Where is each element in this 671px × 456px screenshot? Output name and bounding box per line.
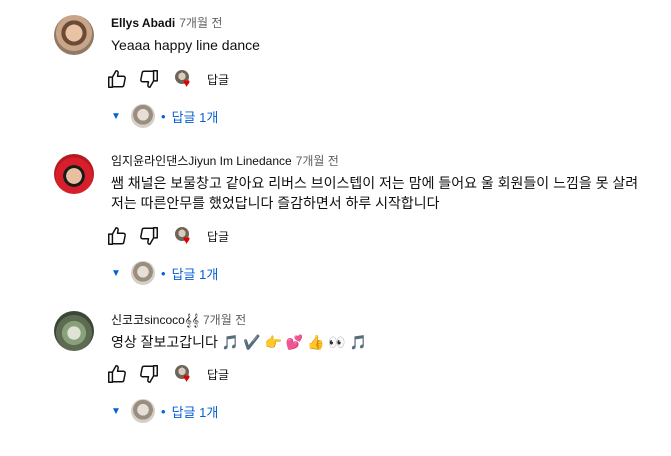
like-button[interactable]: [105, 224, 129, 248]
creator-heart-icon: ♥: [183, 76, 191, 90]
replies-count[interactable]: 답글 1개: [172, 264, 219, 283]
avatar[interactable]: [54, 154, 94, 194]
reply-avatar: [131, 261, 155, 285]
dislike-button[interactable]: [137, 362, 161, 386]
separator-dot: •: [161, 108, 166, 124]
dislike-button[interactable]: [137, 224, 161, 248]
avatar[interactable]: [54, 15, 94, 55]
creator-heart-icon: ♥: [183, 233, 191, 247]
caret-down-icon: ▼: [111, 110, 121, 122]
like-button[interactable]: [105, 67, 129, 91]
author-name[interactable]: 임지윤라인댄스Jiyun Im Linedance: [111, 154, 292, 168]
reply-button[interactable]: 답글: [207, 228, 229, 245]
caret-down-icon: ▼: [111, 405, 121, 417]
separator-dot: •: [161, 265, 166, 281]
comment-toolbar: ♥ 답글: [105, 220, 229, 252]
creator-heart: ♥: [173, 362, 197, 386]
view-replies-button[interactable]: ▼ • 답글 1개: [111, 101, 218, 131]
author-name[interactable]: 신코코sincoco𝄞𝄞: [111, 313, 199, 327]
reply-button[interactable]: 답글: [207, 366, 229, 383]
comment-text: Yeaaa happy line dance: [111, 37, 260, 53]
comment-toolbar: ♥ 답글: [105, 358, 229, 390]
replies-count[interactable]: 답글 1개: [172, 107, 219, 126]
comment-header: Ellys Abadi 7개월 전: [111, 15, 655, 31]
comment-toolbar: ♥ 답글: [105, 63, 229, 95]
creator-heart: ♥: [173, 67, 197, 91]
replies-count[interactable]: 답글 1개: [172, 402, 219, 421]
thumb-up-icon: [108, 227, 126, 245]
separator-dot: •: [161, 403, 166, 419]
caret-down-icon: ▼: [111, 267, 121, 279]
comment-time[interactable]: 7개월 전: [203, 313, 246, 327]
comment-text: 영상 잘보고갑니다 🎵 ✔️ 👉 💕 👍 👀 🎵: [111, 334, 368, 350]
view-replies-button[interactable]: ▼ • 답글 1개: [111, 258, 218, 288]
reply-avatar: [131, 399, 155, 423]
reply-avatar: [131, 104, 155, 128]
thumb-down-icon: [140, 70, 158, 88]
thumb-down-icon: [140, 365, 158, 383]
thumb-up-icon: [108, 70, 126, 88]
thumb-down-icon: [140, 227, 158, 245]
comment-time[interactable]: 7개월 전: [179, 16, 222, 30]
creator-heart-icon: ♥: [183, 371, 191, 385]
comment-header: 신코코sincoco𝄞𝄞 7개월 전: [111, 312, 655, 328]
view-replies-button[interactable]: ▼ • 답글 1개: [111, 396, 218, 426]
comment-time[interactable]: 7개월 전: [296, 154, 339, 168]
reply-button[interactable]: 답글: [207, 71, 229, 88]
thumb-up-icon: [108, 365, 126, 383]
comment-text: 쌤 채널은 보물창고 같아요 리버스 브이스텝이 저는 맘에 들어요 울 회원들…: [111, 175, 639, 211]
author-name[interactable]: Ellys Abadi: [111, 16, 175, 30]
avatar[interactable]: [54, 311, 94, 351]
creator-heart: ♥: [173, 224, 197, 248]
dislike-button[interactable]: [137, 67, 161, 91]
comment-header: 임지윤라인댄스Jiyun Im Linedance 7개월 전: [111, 153, 655, 169]
like-button[interactable]: [105, 362, 129, 386]
